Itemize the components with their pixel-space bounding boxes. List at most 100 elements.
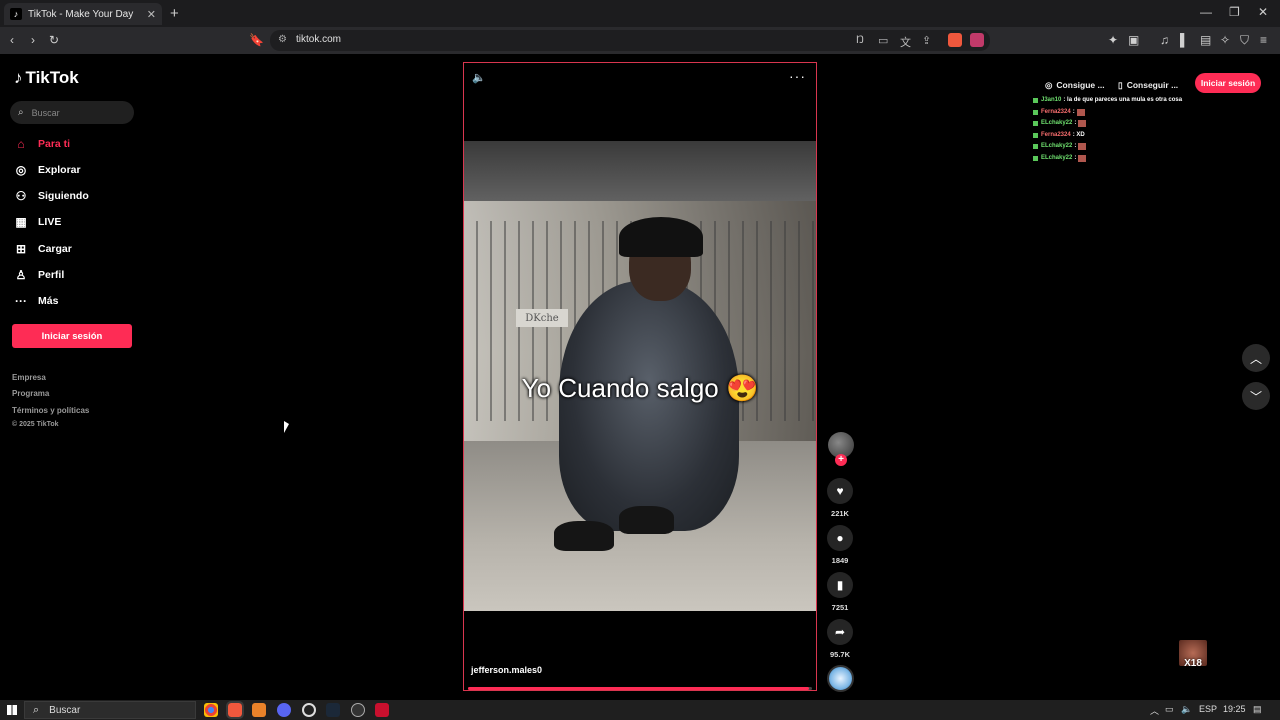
- live-icon: ▦: [15, 215, 27, 229]
- browser-tab[interactable]: ♪ TikTok - Make Your Day ✕: [4, 3, 162, 25]
- previous-video-button[interactable]: ︿: [1242, 344, 1270, 372]
- video-author[interactable]: jefferson.males0: [471, 665, 542, 675]
- wallet-icon[interactable]: ▤: [1200, 33, 1211, 47]
- get-app-label: Conseguir ...: [1126, 80, 1179, 90]
- heart-icon[interactable]: ♥: [827, 478, 853, 504]
- extensions-icon[interactable]: ✦: [1108, 33, 1118, 47]
- like-count: 221K: [831, 509, 849, 518]
- sidebar-login-button[interactable]: Iniciar sesión: [12, 324, 132, 348]
- sidebar-item-para-ti[interactable]: ⌂ Para ti: [13, 133, 143, 155]
- minimize-button[interactable]: —: [1200, 5, 1212, 19]
- chat-username: ELchaky22: [1041, 143, 1073, 149]
- share-count: 95.7K: [829, 650, 850, 659]
- site-info-icon[interactable]: ⚙: [278, 34, 287, 45]
- bookmark-save-icon[interactable]: ▮: [827, 572, 853, 598]
- upload-icon: ⊞: [15, 242, 27, 256]
- close-window-button[interactable]: ✕: [1258, 5, 1268, 19]
- next-video-button[interactable]: ﹀: [1242, 382, 1270, 410]
- chat-text: :: [1074, 143, 1077, 149]
- video-player[interactable]: 🔈 ··· DKche Yo Cuando salgo 😍 jefferson.…: [463, 62, 817, 691]
- windows-start-icon[interactable]: [7, 705, 17, 715]
- share-arrow-icon[interactable]: ➦: [827, 619, 853, 645]
- tiktok-logo[interactable]: ♪ TikTok: [14, 68, 79, 88]
- app-icon[interactable]: [351, 703, 365, 717]
- chat-message: Ferna2324:: [1033, 107, 1253, 119]
- sidebar-item-label: LIVE: [38, 216, 62, 228]
- chrome-app-icon[interactable]: [204, 703, 218, 717]
- get-coins-button[interactable]: ◎ Consigue ...: [1045, 76, 1105, 94]
- video-frame[interactable]: DKche Yo Cuando salgo 😍: [464, 141, 816, 611]
- reader-mode-icon[interactable]: Ŋ: [856, 34, 864, 46]
- comment-icon[interactable]: ●: [827, 525, 853, 551]
- follow-button[interactable]: +: [835, 454, 847, 466]
- share-action[interactable]: ➦ 95.7K: [826, 619, 854, 659]
- sidebar-item-siguiendo[interactable]: ⚇ Siguiendo: [13, 185, 143, 207]
- mouse-cursor: [284, 421, 289, 433]
- footer-link-terminos[interactable]: Términos y políticas: [12, 406, 89, 415]
- following-icon: ⚇: [15, 189, 27, 203]
- compass-icon: ◎: [15, 163, 27, 177]
- sidebar-toggle-icon[interactable]: ▌: [1180, 33, 1189, 47]
- like-action[interactable]: ♥ 221K: [826, 478, 854, 518]
- sidebar-item-mas[interactable]: ··· Más: [13, 290, 143, 312]
- phone-icon: ▯: [1118, 79, 1123, 90]
- music-disc-icon[interactable]: [827, 665, 854, 692]
- brave-app-icon[interactable]: [226, 701, 244, 719]
- screenshot-icon[interactable]: ▣: [1128, 33, 1139, 47]
- network-icon[interactable]: ▭: [1165, 704, 1174, 715]
- cast-icon[interactable]: ▭: [878, 34, 888, 47]
- maximize-button[interactable]: ❐: [1229, 5, 1240, 19]
- sidebar-item-cargar[interactable]: ⊞ Cargar: [13, 238, 143, 260]
- volume-tray-icon[interactable]: 🔈: [1181, 704, 1192, 715]
- top-login-button[interactable]: Iniciar sesión: [1195, 73, 1261, 93]
- share-icon[interactable]: ⇪: [922, 34, 931, 47]
- language-indicator[interactable]: ESP: [1199, 704, 1217, 714]
- bookmark-icon[interactable]: 🔖: [249, 33, 264, 47]
- chat-username: Ferna2324: [1041, 108, 1071, 115]
- app-icon[interactable]: [302, 703, 316, 717]
- address-bar[interactable]: ⚙ tiktok.com Ŋ ▭ 文 ⇪: [270, 30, 990, 51]
- sidebar-item-live[interactable]: ▦ LIVE: [13, 211, 143, 233]
- video-progress-bar[interactable]: [468, 687, 812, 690]
- get-coins-label: Consigue ...: [1056, 80, 1105, 90]
- app-icon[interactable]: [375, 703, 389, 717]
- brave-rewards-icon[interactable]: [970, 33, 984, 47]
- vpn-icon[interactable]: ⛉: [1240, 33, 1249, 48]
- comment-action[interactable]: ● 1849: [826, 525, 854, 565]
- video-progress-fill: [468, 687, 809, 690]
- leo-ai-icon[interactable]: ✧: [1220, 33, 1230, 47]
- chat-emote-icon: [1078, 120, 1087, 128]
- save-action[interactable]: ▮ 7251: [826, 572, 854, 612]
- back-icon[interactable]: ‹: [10, 33, 14, 47]
- get-app-button[interactable]: ▯ Conseguir ...: [1118, 76, 1178, 94]
- sidebar-item-label: Perfil: [38, 269, 65, 281]
- footer-link-empresa[interactable]: Empresa: [12, 373, 46, 382]
- steam-app-icon[interactable]: [326, 703, 340, 717]
- taskbar-search-input[interactable]: ⌕ Buscar: [24, 701, 196, 719]
- volume-icon[interactable]: 🔈: [472, 71, 486, 84]
- media-icon[interactable]: ♫: [1160, 33, 1169, 47]
- more-options-icon[interactable]: ···: [789, 68, 806, 84]
- search-input[interactable]: ⌕ Buscar: [10, 101, 134, 124]
- tray-chevron-icon[interactable]: ︿: [1150, 704, 1159, 717]
- app-icon[interactable]: [252, 703, 266, 717]
- chat-badge-icon: [1033, 98, 1038, 104]
- tab-close-icon[interactable]: ✕: [147, 8, 156, 21]
- sidebar-item-label: Para ti: [38, 138, 71, 150]
- chat-text: : la de que pareces una mula es otra cos…: [1063, 97, 1183, 103]
- reload-icon[interactable]: ↻: [49, 33, 59, 47]
- footer-link-programa[interactable]: Programa: [12, 389, 49, 398]
- clock[interactable]: 19:25: [1223, 704, 1246, 714]
- translate-icon[interactable]: 文: [900, 34, 911, 50]
- search-placeholder: Buscar: [31, 107, 60, 118]
- brave-shields-icon[interactable]: [948, 33, 962, 47]
- new-tab-button[interactable]: +: [170, 5, 179, 22]
- menu-icon[interactable]: ≡: [1260, 33, 1267, 47]
- discord-app-icon[interactable]: [277, 703, 291, 717]
- forward-icon[interactable]: ›: [31, 33, 35, 47]
- chat-message: ELchaky22:: [1033, 118, 1253, 130]
- notifications-icon[interactable]: ▤: [1253, 704, 1262, 715]
- chat-badge-icon: [1033, 132, 1038, 138]
- sidebar-item-perfil[interactable]: ♙ Perfil: [13, 264, 143, 286]
- sidebar-item-explorar[interactable]: ◎ Explorar: [13, 159, 143, 181]
